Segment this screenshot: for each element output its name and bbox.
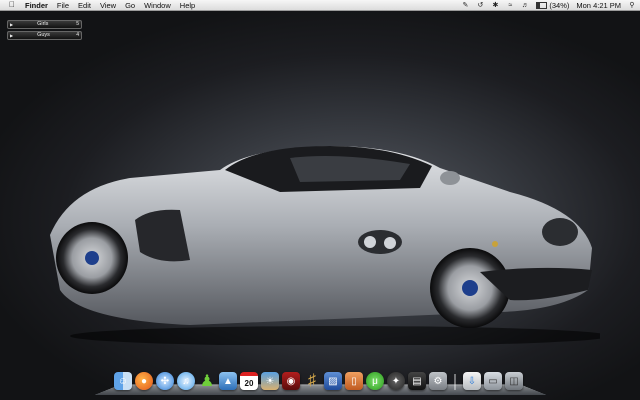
menu-clock[interactable]: Mon 4:21 PM (576, 1, 621, 10)
widget-row-label: Girls (37, 21, 49, 27)
finder-icon[interactable]: ☺ (114, 372, 132, 390)
battery-icon (536, 2, 548, 9)
downloads-stack-icon[interactable]: ⇩ (463, 372, 481, 390)
status-area: ✎ ↺ ✱ ≈ ♬ (34%) Mon 4:21 PM ⚲ (461, 0, 636, 11)
group-list-widget: ▶ Girls 5 ▶ Guys 4 (7, 20, 82, 42)
system-preferences-icon[interactable]: ⚙ (429, 372, 447, 390)
widget-row-count: 4 (76, 32, 79, 38)
time-machine-icon[interactable]: ↺ (476, 2, 484, 10)
widget-row-guys[interactable]: ▶ Guys 4 (7, 31, 82, 40)
battery-percent: (34%) (549, 1, 570, 10)
menu-go[interactable]: Go (125, 1, 135, 10)
widget-row-count: 5 (76, 21, 79, 27)
compass-icon[interactable]: ✦ (387, 372, 405, 390)
ichat-icon[interactable]: ♟ (198, 372, 216, 390)
keynote-icon[interactable]: ▨ (324, 372, 342, 390)
widget-row-girls[interactable]: ▶ Girls 5 (7, 20, 82, 29)
firefox-icon[interactable]: ● (135, 372, 153, 390)
menu-view[interactable]: View (100, 1, 116, 10)
script-icon[interactable]: ✎ (461, 2, 469, 10)
ical-icon[interactable]: 20 (240, 372, 258, 390)
menu-bar:  Finder File Edit View Go Window Help ✎… (0, 0, 640, 11)
itunes-icon[interactable]: ♫ (177, 372, 195, 390)
wifi-icon[interactable]: ≈ (506, 2, 514, 10)
spotlight-search-icon[interactable]: ⚲ (628, 2, 636, 10)
safari-icon[interactable]: ✣ (156, 372, 174, 390)
preview-icon[interactable]: ▲ (219, 372, 237, 390)
menu-help[interactable]: Help (180, 1, 195, 10)
dock: ☺ ● ✣ ♫ ♟ ▲ 20 ☀ ◉ ♯ ▨ ▯ μ ✦ ▤ ⚙ ⇩ ▭ ◫ (93, 368, 548, 400)
bluetooth-icon[interactable]: ✱ (491, 2, 499, 10)
trash-icon[interactable]: ◫ (505, 372, 523, 390)
iphoto-icon[interactable]: ☀ (261, 372, 279, 390)
dock-separator (454, 374, 456, 390)
battery-status[interactable]: (34%) (536, 1, 569, 10)
presentation-icon[interactable]: ▯ (345, 372, 363, 390)
disclosure-triangle-icon[interactable]: ▶ (10, 32, 13, 39)
apple-menu-icon[interactable]:  (9, 1, 15, 9)
menu-window[interactable]: Window (144, 1, 171, 10)
sports-car-image (50, 146, 600, 345)
dashboard-icon[interactable]: ▤ (408, 372, 426, 390)
widget-row-label: Guys (37, 32, 50, 38)
disclosure-triangle-icon[interactable]: ▶ (10, 21, 13, 28)
menu-edit[interactable]: Edit (78, 1, 91, 10)
menu-app-name[interactable]: Finder (25, 1, 48, 10)
utorrent-icon[interactable]: μ (366, 372, 384, 390)
photo-booth-icon[interactable]: ◉ (282, 372, 300, 390)
garageband-icon[interactable]: ♯ (303, 372, 321, 390)
monitor-icon[interactable]: ▭ (484, 372, 502, 390)
menu-file[interactable]: File (57, 1, 69, 10)
volume-icon[interactable]: ♬ (521, 2, 529, 10)
